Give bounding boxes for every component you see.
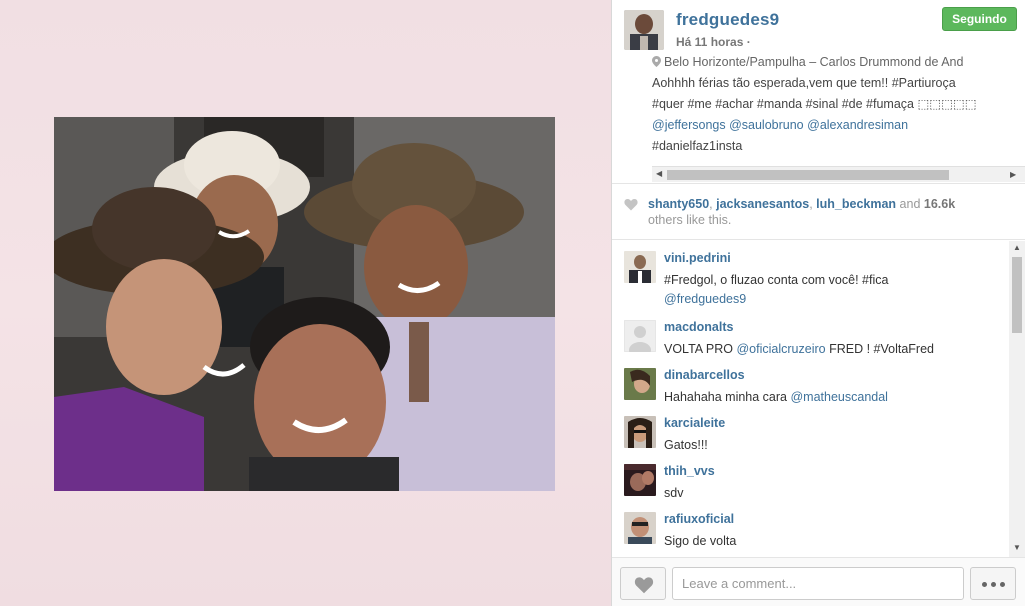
post-photo[interactable] [54,117,555,491]
commenter-username[interactable]: dinabarcellos [664,368,745,382]
comment-text: Gatos!!! [664,436,1004,455]
post-side-panel: fredguedes9 Seguindo Há 11 horas · Belo … [611,0,1025,606]
comment-text: Hahahaha minha cara @matheuscandal [664,388,1004,407]
likes-summary: shanty650, jacksanesantos, luh_beckman a… [648,196,1008,228]
comment-body: Gatos!!! [664,438,708,452]
liker-username[interactable]: luh_beckman [816,197,896,211]
comment-text: Sigo de volta [664,532,1004,551]
commenter-avatar[interactable] [624,416,656,448]
likes-suffix: others like this. [648,213,732,227]
likes-and: and [896,197,924,211]
commenter-username[interactable]: vini.pedrini [664,251,731,265]
like-button[interactable] [620,567,666,600]
mention-link[interactable]: @jeffersongs [652,118,726,132]
commenter-avatar-image [624,368,656,400]
commenter-avatar[interactable] [624,251,656,283]
heart-icon [634,577,654,594]
more-options-button[interactable] [970,567,1016,600]
commenter-avatar-image [624,251,656,283]
comment-body: Hahahaha minha cara [664,390,791,404]
dot-icon [999,582,1005,587]
commenter-username[interactable]: karcialeite [664,416,725,430]
caption-line-2: #quer #me #achar #manda #sinal #de #fuma… [652,97,977,111]
liker-username[interactable]: jacksanesantos [716,197,809,211]
comment-item: rafiuxoficial Sigo de volta [624,512,1004,552]
location-pin-icon [652,56,661,67]
author-avatar[interactable] [624,10,664,50]
commenter-avatar-image [624,416,656,448]
post-location[interactable]: Belo Horizonte/Pampulha – Carlos Drummon… [652,52,1025,73]
commenter-username[interactable]: macdonalts [664,320,733,334]
comment-text: sdv [664,484,1004,503]
liker-username[interactable]: shanty650 [648,197,709,211]
post-header: fredguedes9 Seguindo Há 11 horas · Belo … [612,0,1025,183]
comment-body: VOLTA PRO [664,342,737,356]
caption-horizontal-scrollbar[interactable]: ◀ [652,166,1025,182]
comment-item: vini.pedrini #Fredgol, o fluzao conta co… [624,251,1004,311]
scroll-right-arrow-icon[interactable]: ▶ [1010,170,1016,179]
comment-text: #Fredgol, o fluzao conta com você! #fica… [664,271,1004,309]
comment-item: dinabarcellos Hahahaha minha cara @mathe… [624,368,1004,408]
mention-link[interactable]: @fredguedes9 [664,292,746,306]
following-button[interactable]: Seguindo [942,7,1017,31]
comment-body: sdv [664,486,684,500]
comment-footer [612,557,1025,606]
mention-link[interactable]: @oficialcruzeiro [736,342,825,356]
caption-mentions-line: @jeffersongs @saulobruno @alexandresiman [652,115,1025,136]
caption-line-4: #danielfaz1insta [652,139,743,153]
commenter-avatar-image [624,464,656,496]
author-username[interactable]: fredguedes9 [676,10,779,30]
comments-list: vini.pedrini #Fredgol, o fluzao conta co… [612,241,1025,557]
dot-icon [990,582,996,587]
default-avatar-icon [624,320,656,352]
post-caption: Belo Horizonte/Pampulha – Carlos Drummon… [652,52,1025,168]
mention-link[interactable]: @saulobruno [729,118,804,132]
author-avatar-image [624,10,664,50]
comments-vertical-scrollbar[interactable]: ▲ ▼ [1009,241,1025,557]
scrollbar-thumb[interactable] [667,170,949,180]
post-location-text: Belo Horizonte/Pampulha – Carlos Drummon… [664,55,964,69]
commenter-avatar[interactable] [624,464,656,496]
commenter-avatar-image [624,512,656,544]
post-timestamp[interactable]: Há 11 horas · [676,35,751,49]
heart-icon [624,199,638,211]
comment-body: FRED ! #VoltaFred [825,342,934,356]
scroll-up-arrow-icon[interactable]: ▲ [1013,243,1021,252]
commenter-username[interactable]: rafiuxoficial [664,512,734,526]
mention-link[interactable]: @alexandresiman [807,118,908,132]
comment-text: VOLTA PRO @oficialcruzeiro FRED ! #Volta… [664,340,1004,359]
commenter-username[interactable]: thih_vvs [664,464,715,478]
comment-item: macdonalts VOLTA PRO @oficialcruzeiro FR… [624,320,1004,360]
mention-link[interactable]: @matheuscandal [790,390,887,404]
scroll-down-arrow-icon[interactable]: ▼ [1013,543,1021,552]
comment-body: Sigo de volta [664,534,737,548]
likes-section: shanty650, jacksanesantos, luh_beckman a… [612,183,1025,240]
commenter-avatar[interactable] [624,368,656,400]
caption-line-1: Aohhhh férias tão esperada,vem que tem!!… [652,76,956,90]
dot-icon [981,582,987,587]
comment-body: #Fredgol, o fluzao conta com você! #fica [664,273,889,287]
photo-backdrop [0,0,611,606]
scrollbar-thumb[interactable] [1012,257,1022,333]
post-photo-illustration [54,117,555,491]
comment-item: thih_vvs sdv [624,464,1004,504]
comment-input[interactable] [672,567,964,600]
commenter-avatar[interactable] [624,512,656,544]
comment-item: karcialeite Gatos!!! [624,416,1004,456]
likes-count[interactable]: 16.6k [924,197,955,211]
scroll-left-arrow-icon[interactable]: ◀ [656,169,662,178]
commenter-avatar[interactable] [624,320,656,352]
